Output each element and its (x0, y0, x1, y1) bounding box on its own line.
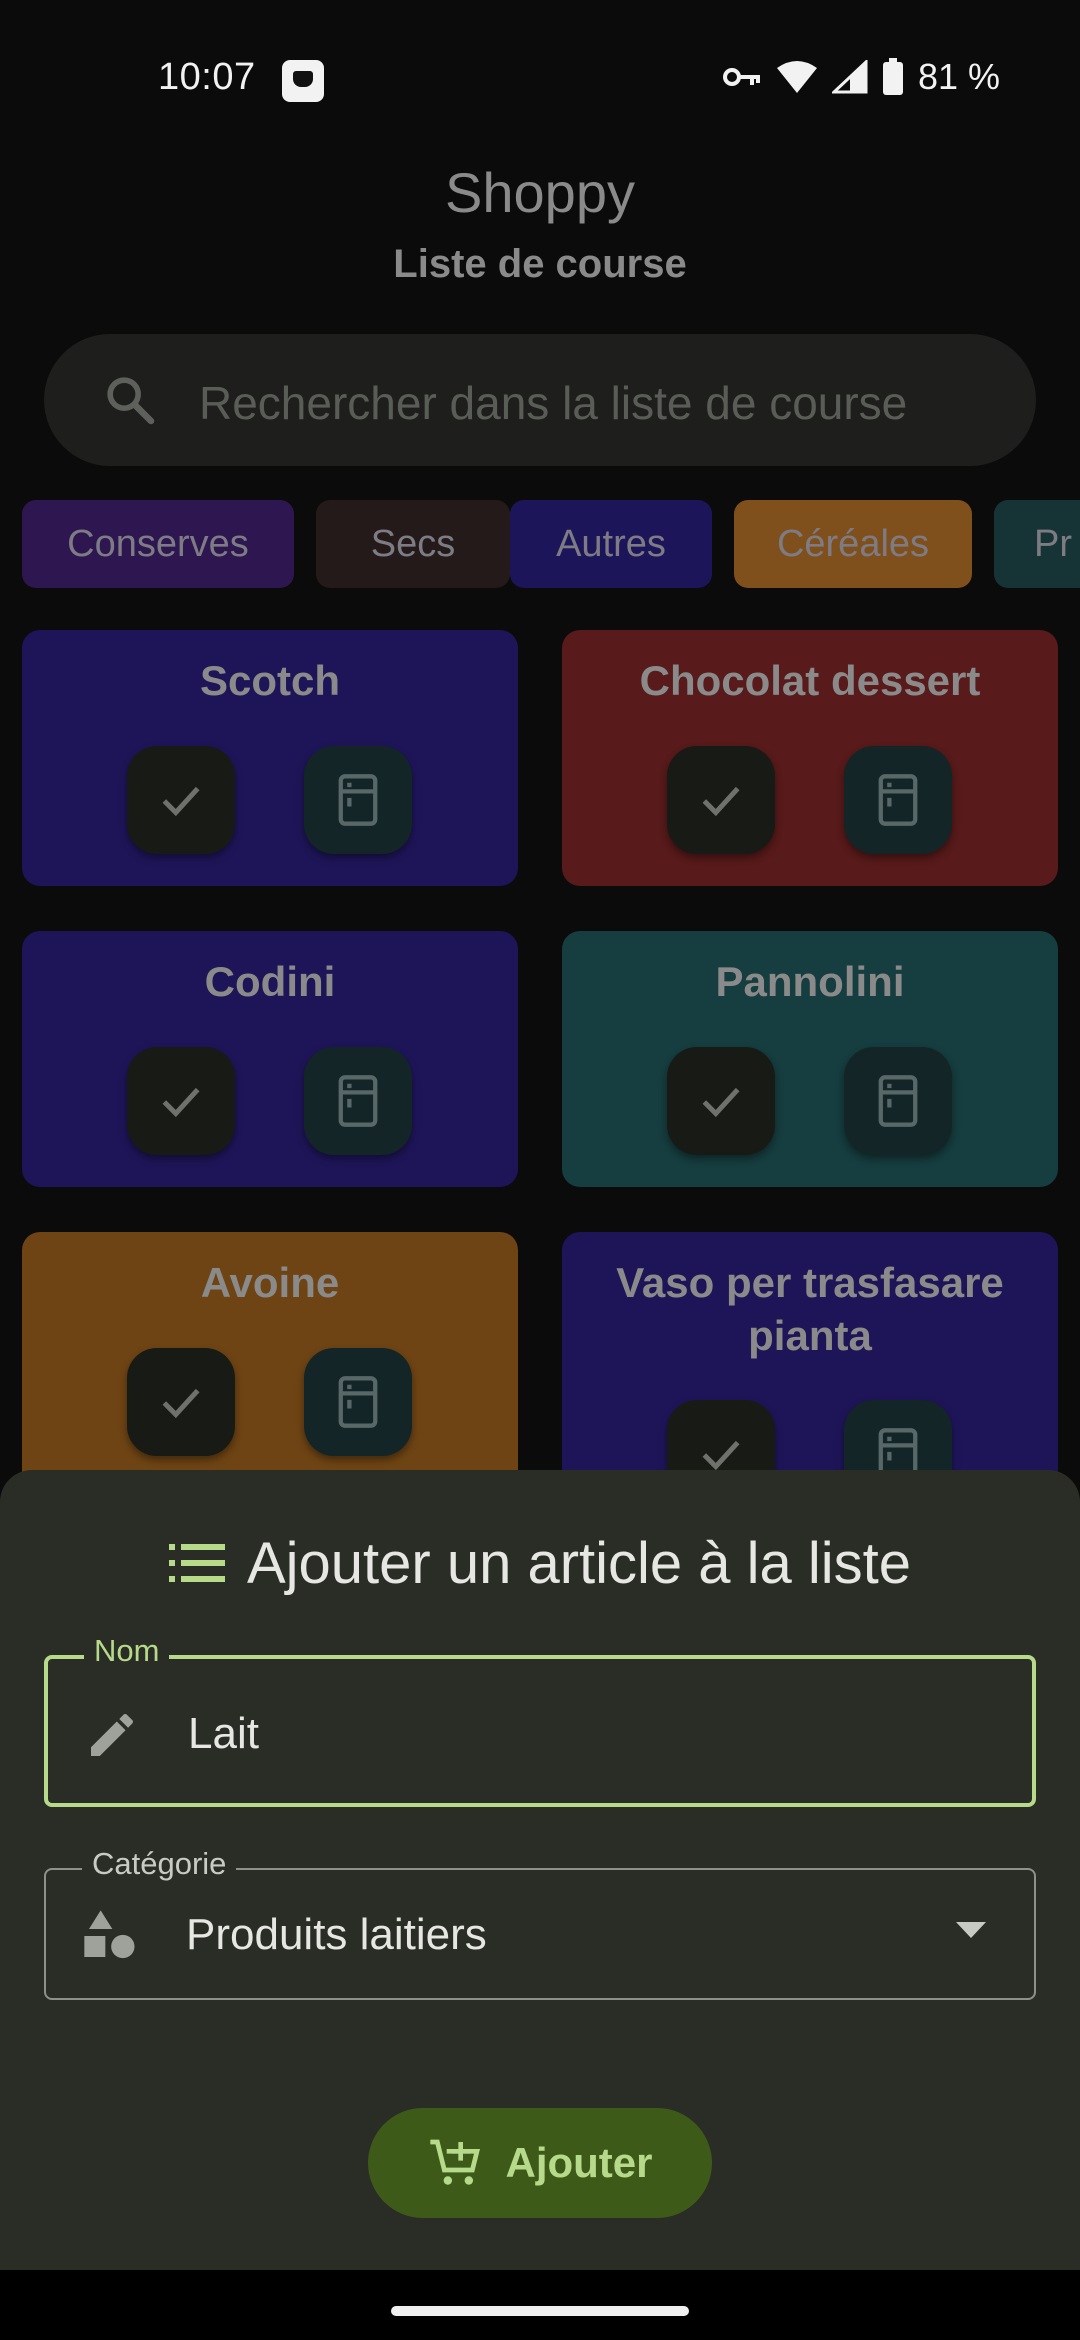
fridge-icon (878, 774, 918, 826)
fridge-button[interactable] (304, 1047, 412, 1155)
check-icon (162, 786, 200, 817)
check-icon (162, 1087, 200, 1118)
check-button[interactable] (667, 746, 775, 854)
item-name: Avoine (200, 1259, 340, 1306)
shapes-icon (84, 1910, 135, 1959)
status-icons: 81 % (722, 56, 1000, 98)
chip-autres[interactable]: Autres (510, 500, 712, 588)
fridge-button[interactable] (844, 746, 952, 854)
chip-label: Conserves (67, 522, 249, 565)
battery-percentage: 81 % (917, 56, 1000, 97)
item-name: Chocolat dessert (639, 657, 981, 704)
fridge-icon (878, 1075, 918, 1127)
add-item-sheet: Ajouter un article à la liste Nom Lait C… (0, 1470, 1080, 2270)
fridge-icon (338, 774, 378, 826)
category-field-label: Catégorie (82, 1846, 237, 1882)
page-subtitle: Liste de course (393, 242, 687, 286)
item-card-scotch[interactable]: Scotch (22, 630, 518, 886)
fridge-icon (338, 1376, 378, 1428)
search-input[interactable]: Rechercher dans la liste de course (44, 334, 1036, 466)
category-field-value: Produits laitiers (186, 1910, 487, 1959)
chip-label: Pr (1034, 522, 1072, 565)
list-icon (168, 1543, 225, 1582)
chip-secs[interactable]: Secs (316, 500, 510, 588)
navigation-bar (0, 2270, 1080, 2340)
check-button[interactable] (127, 1047, 235, 1155)
home-gesture-handle[interactable] (391, 2306, 689, 2316)
item-card-chocolat-dessert[interactable]: Chocolat dessert (562, 630, 1058, 886)
battery-icon (882, 58, 903, 95)
name-field-label: Nom (84, 1633, 170, 1669)
item-name: Vaso per trasfasare pianta (616, 1259, 1004, 1359)
status-bar: 10:07 81 % (0, 0, 1080, 150)
check-button[interactable] (127, 746, 235, 854)
app-title: Shoppy (445, 161, 635, 224)
dropdown-arrow-icon (956, 1922, 986, 1938)
chip-label: Secs (370, 522, 456, 565)
item-name: Codini (204, 958, 336, 1005)
add-button[interactable]: Ajouter (368, 2108, 712, 2218)
sheet-header: Ajouter un article à la liste (0, 1530, 1080, 1597)
add-button-label: Ajouter (505, 2139, 653, 2186)
search-icon (107, 377, 155, 425)
search-placeholder: Rechercher dans la liste de course (199, 377, 908, 429)
status-time: 10:07 (158, 56, 256, 98)
check-icon (702, 1087, 740, 1118)
fridge-button[interactable] (844, 1047, 952, 1155)
item-name: Scotch (199, 657, 341, 704)
check-icon (162, 1388, 200, 1419)
chip-pr[interactable]: Pr (994, 500, 1080, 588)
chip-label: Autres (556, 522, 666, 565)
chip-label: Céréales (776, 522, 930, 565)
name-field[interactable]: Nom Lait (44, 1633, 1036, 1807)
fridge-button[interactable] (304, 746, 412, 854)
item-card-codini[interactable]: Codini (22, 931, 518, 1187)
check-button[interactable] (667, 1047, 775, 1155)
chip-conserves[interactable]: Conserves (22, 500, 294, 588)
add-to-cart-icon (429, 2139, 480, 2185)
check-button[interactable] (127, 1348, 235, 1456)
wifi-icon (776, 61, 817, 93)
item-name: Pannolini (715, 958, 905, 1005)
check-icon (702, 786, 740, 817)
category-filter-chips: Conserves Secs Autres Céréales Pr (22, 500, 1080, 588)
fridge-button[interactable] (304, 1348, 412, 1456)
vpn-key-icon (722, 68, 760, 86)
notification-icon (282, 60, 324, 102)
sheet-title: Ajouter un article à la liste (246, 1531, 912, 1596)
signal-icon (831, 60, 868, 94)
fridge-icon (338, 1075, 378, 1127)
name-field-value: Lait (188, 1709, 259, 1758)
category-dropdown[interactable]: Catégorie Produits laitiers (44, 1846, 1036, 2000)
pencil-icon (91, 1713, 134, 1756)
item-card-pannolini[interactable]: Pannolini (562, 931, 1058, 1187)
chip-cereales[interactable]: Céréales (734, 500, 972, 588)
